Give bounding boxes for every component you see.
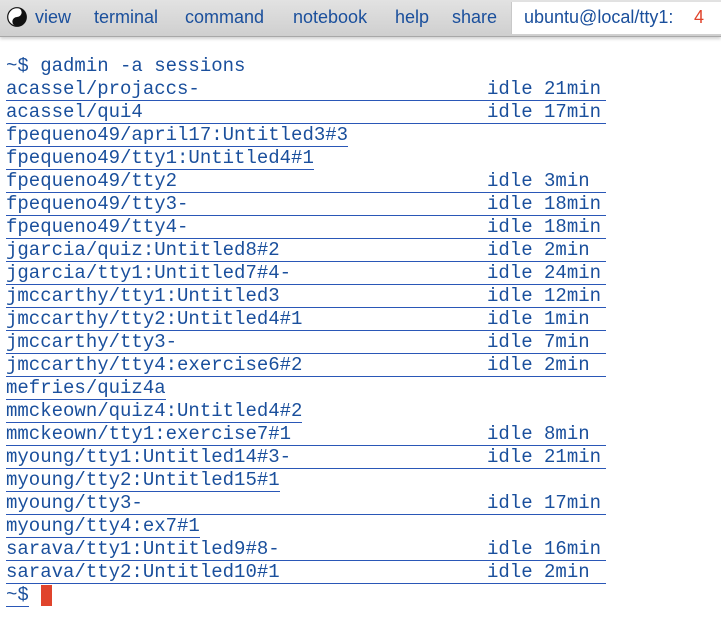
session-name: sarava/tty1:Untitled9#8- (6, 538, 280, 560)
session-name: jmccarthy/tty3- (6, 331, 178, 353)
session-row[interactable]: jmccarthy/tty2:Untitled4#1 idle 1min (6, 308, 606, 331)
session-idle-status: idle 21min (487, 78, 602, 100)
session-name: acassel/projaccs- (6, 78, 200, 100)
session-idle-status: idle 18min (487, 193, 602, 215)
session-name: mefries/quiz4a (6, 377, 166, 399)
session-name: sarava/tty2:Untitled10#1 (6, 561, 280, 583)
session-name: jmccarthy/tty4:exercise6#2 (6, 354, 303, 376)
session-row[interactable]: jmccarthy/tty3- idle 7min (6, 331, 606, 354)
menu-bar: view terminal command notebook help shar… (0, 0, 721, 37)
session-name: mmckeown/quiz4:Untitled4#2 (6, 400, 303, 422)
menu-command[interactable]: command (185, 0, 264, 36)
session-idle-status: idle 24min (487, 262, 602, 284)
session-name: fpequeno49/tty4- (6, 216, 189, 238)
session-idle-status: idle 18min (487, 216, 602, 238)
session-name: jgarcia/quiz:Untitled8#2 (6, 239, 280, 261)
session-name: myoung/tty1:Untitled14#3- (6, 446, 292, 468)
menu-share[interactable]: share (452, 0, 497, 36)
session-row[interactable]: mmckeown/tty1:exercise7#1 idle 8min (6, 423, 606, 446)
session-row[interactable]: jgarcia/quiz:Untitled8#2 idle 2min (6, 239, 606, 262)
menu-terminal[interactable]: terminal (94, 0, 158, 36)
session-idle-status: idle 12min (487, 285, 602, 307)
tab-count-badge: 4 (694, 7, 705, 27)
session-name: myoung/tty3- (6, 492, 143, 514)
session-idle-status: idle 17min (487, 492, 602, 514)
session-idle-status: idle 21min (487, 446, 602, 468)
session-row[interactable]: myoung/tty1:Untitled14#3- idle 21min (6, 446, 606, 469)
session-status-box[interactable]: ubuntu@local/tty1: 4 (511, 2, 721, 34)
session-name: myoung/tty4:ex7#1 (6, 515, 200, 537)
host-label: ubuntu@local/tty1: (524, 7, 674, 27)
prompt: ~$ (6, 584, 29, 607)
session-row[interactable]: fpequeno49/tty3- idle 18min (6, 193, 606, 216)
session-idle-status: idle 8min (487, 423, 590, 445)
session-row[interactable]: jmccarthy/tty1:Untitled3 idle 12min (6, 285, 606, 308)
session-row[interactable]: myoung/tty4:ex7#1 (6, 515, 200, 538)
session-row[interactable]: sarava/tty1:Untitled9#8- idle 16min (6, 538, 606, 561)
session-idle-status: idle 16min (487, 538, 602, 560)
session-row[interactable]: fpequeno49/tty2 idle 3min (6, 170, 606, 193)
session-row[interactable]: mefries/quiz4a (6, 377, 166, 400)
session-row[interactable]: sarava/tty2:Untitled10#1 idle 2min (6, 561, 606, 584)
text-cursor (41, 585, 52, 606)
yin-yang-logo-icon[interactable] (7, 7, 27, 27)
session-row[interactable]: jgarcia/tty1:Untitled7#4- idle 24min (6, 262, 606, 285)
session-name: acassel/qui4 (6, 101, 143, 123)
session-row[interactable]: myoung/tty2:Untitled15#1 (6, 469, 280, 492)
session-idle-status: idle 2min (487, 561, 590, 583)
session-idle-status: idle 2min (487, 354, 590, 376)
session-row[interactable]: acassel/qui4 idle 17min (6, 101, 606, 124)
session-row[interactable]: acassel/projaccs-idle 21min (6, 78, 606, 101)
session-row[interactable]: myoung/tty3- idle 17min (6, 492, 606, 515)
session-name: jmccarthy/tty2:Untitled4#1 (6, 308, 303, 330)
session-row[interactable]: fpequeno49/tty4- idle 18min (6, 216, 606, 239)
menu-notebook[interactable]: notebook (293, 0, 367, 36)
session-name: fpequeno49/tty1:Untitled4#1 (6, 147, 314, 169)
session-idle-status: idle 3min (487, 170, 590, 192)
session-idle-status: idle 7min (487, 331, 590, 353)
session-name: fpequeno49/tty3- (6, 193, 189, 215)
session-idle-status: idle 1min (487, 308, 590, 330)
session-row[interactable]: fpequeno49/april17:Untitled3#3 (6, 124, 349, 147)
session-idle-status: idle 17min (487, 101, 602, 123)
session-name: jmccarthy/tty1:Untitled3 (6, 285, 280, 307)
menu-view[interactable]: view (35, 0, 71, 36)
session-idle-status: idle 2min (487, 239, 590, 261)
session-name: myoung/tty2:Untitled15#1 (6, 469, 280, 491)
session-row[interactable]: fpequeno49/tty1:Untitled4#1 (6, 147, 314, 170)
session-row[interactable]: mmckeown/quiz4:Untitled4#2 (6, 400, 303, 423)
terminal-output[interactable]: ~$ gadmin -a sessions acassel/projaccs-i… (0, 37, 721, 635)
session-name: mmckeown/tty1:exercise7#1 (6, 423, 292, 445)
menu-help[interactable]: help (395, 0, 429, 36)
session-name: jgarcia/tty1:Untitled7#4- (6, 262, 292, 284)
session-row[interactable]: jmccarthy/tty4:exercise6#2 idle 2min (6, 354, 606, 377)
command-line: ~$ gadmin -a sessions (6, 55, 246, 77)
session-name: fpequeno49/april17:Untitled3#3 (6, 124, 349, 146)
session-name: fpequeno49/tty2 (6, 170, 178, 192)
